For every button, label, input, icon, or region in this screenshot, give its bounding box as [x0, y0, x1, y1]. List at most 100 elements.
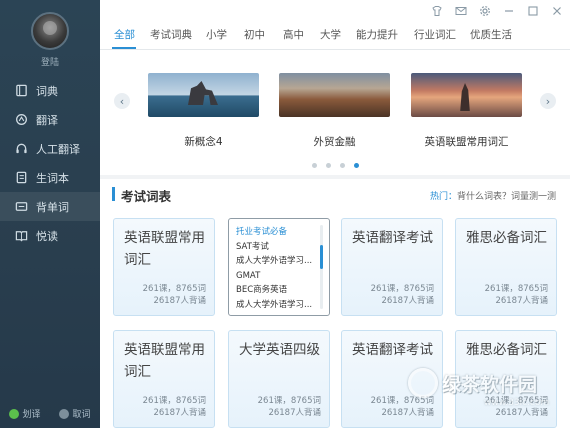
wordlist-card[interactable]: 大学英语四级 261课，8765词 26187人背诵 — [228, 330, 330, 428]
headset-icon — [14, 142, 28, 156]
card-title: 雅思必备词汇 — [466, 230, 547, 246]
card-meta: 261课，8765词 26187人背诵 — [257, 396, 321, 418]
window-controls — [430, 4, 564, 18]
card-title: 英语翻译考试 — [352, 342, 433, 358]
section-header: 考试词表 热门：背什么词表？词量测一测 — [100, 180, 570, 210]
card-meta: 261课，8765词 26187人背诵 — [370, 284, 434, 306]
login-link[interactable]: 登陆 — [0, 55, 100, 68]
tab-ability[interactable]: 能力提升 — [356, 27, 398, 42]
sidebar-toggles: 划译 取词 — [0, 407, 100, 420]
sidebar-nav: 词典 翻译 人工翻译 生词本 背单词 悦读 — [0, 76, 100, 250]
close-icon[interactable] — [550, 4, 564, 18]
dropdown-option[interactable]: BEC商务英语 — [236, 283, 316, 298]
carousel-prev-button[interactable]: ‹ — [114, 93, 130, 109]
wordlist-card[interactable]: 英语联盟常用词汇 261课，8765词 26187人背诵 — [113, 330, 215, 428]
mail-icon[interactable] — [454, 4, 468, 18]
slide-image — [148, 73, 259, 117]
carousel-dot[interactable] — [339, 163, 345, 168]
sidebar-item-human-translate[interactable]: 人工翻译 — [0, 134, 100, 163]
sidebar-item-dictionary[interactable]: 词典 — [0, 76, 100, 105]
toggle-label: 划译 — [22, 410, 41, 420]
watermark-text: 绿茶软件园 — [442, 374, 538, 396]
watermark-url: www.33lc.com — [484, 398, 550, 408]
toggle-label: 取词 — [72, 410, 91, 420]
sidebar-item-label: 生词本 — [36, 171, 69, 185]
hot-label: 热门： — [429, 192, 457, 202]
carousel-dot[interactable] — [325, 163, 331, 168]
card-meta: 261课，8765词 26187人背诵 — [484, 284, 548, 306]
sidebar-item-reading[interactable]: 悦读 — [0, 221, 100, 250]
slide-image — [279, 73, 390, 117]
avatar[interactable] — [31, 12, 69, 50]
watermark-logo-icon — [408, 368, 438, 398]
sidebar-item-label: 悦读 — [36, 229, 58, 243]
sidebar-item-translate[interactable]: 翻译 — [0, 105, 100, 134]
carousel-next-button[interactable]: › — [540, 93, 556, 109]
carousel-slide[interactable]: 新概念4 — [148, 73, 259, 149]
tab-university[interactable]: 大学 — [320, 27, 341, 42]
card-title: 英语翻译考试 — [352, 230, 433, 246]
tab-junior[interactable]: 初中 — [244, 27, 265, 42]
carousel: ‹ 新概念4 外贸金融 英语联盟常用词汇 › — [100, 52, 570, 177]
hot-link[interactable]: 背什么词表？词量测一测 — [457, 192, 556, 202]
skin-icon[interactable] — [430, 4, 444, 18]
card-title: 英语联盟常用词汇 — [124, 230, 205, 268]
sidebar-item-label: 人工翻译 — [36, 142, 80, 156]
active-tab-indicator — [112, 47, 136, 49]
section-accent-bar — [112, 187, 115, 201]
category-tabs: 全部 考试词典 小学 初中 高中 大学 能力提升 行业词汇 优质生活 — [100, 18, 570, 50]
wordlist-card[interactable]: 英语翻译考试 261课，8765词 26187人背诵 — [341, 218, 443, 316]
section-title: 考试词表 — [121, 189, 172, 204]
carousel-dots — [100, 163, 570, 168]
dropdown-option[interactable]: 托业考试必备 — [236, 225, 316, 240]
wordlist-card[interactable]: 英语联盟常用词汇 261课，8765词 26187人背诵 — [113, 218, 215, 316]
card-meta: 261课，8765词 26187人背诵 — [142, 284, 206, 306]
sidebar-item-wordbook[interactable]: 生词本 — [0, 163, 100, 192]
hover-translate-toggle[interactable]: 划译 — [9, 407, 41, 420]
carousel-slide[interactable]: 外贸金融 — [279, 73, 390, 149]
gear-icon[interactable] — [478, 4, 492, 18]
dropdown-option[interactable]: SAT考试 — [236, 240, 316, 255]
slide-image — [411, 73, 522, 117]
slide-caption: 新概念4 — [184, 136, 223, 148]
translate-icon — [14, 113, 28, 127]
flashcard-icon — [14, 200, 28, 214]
slide-caption: 英语联盟常用词汇 — [424, 136, 509, 148]
section-divider — [100, 175, 570, 179]
sidebar-item-label: 翻译 — [36, 113, 58, 127]
dropdown-option[interactable]: GMAT — [236, 269, 316, 284]
tab-exam-dict[interactable]: 考试词典 — [150, 27, 192, 42]
minimize-icon[interactable] — [502, 4, 516, 18]
carousel-dot-active[interactable] — [353, 163, 359, 168]
tab-senior[interactable]: 高中 — [283, 27, 304, 42]
tab-primary[interactable]: 小学 — [206, 27, 227, 42]
carousel-dot[interactable] — [311, 163, 317, 168]
sidebar-item-label: 词典 — [36, 84, 58, 98]
tab-industry[interactable]: 行业词汇 — [414, 27, 456, 42]
carousel-slide[interactable]: 英语联盟常用词汇 — [411, 73, 522, 149]
dropdown-option[interactable]: 成人大学外语学习... — [236, 298, 316, 313]
watermark: 绿茶软件园 www.33lc.com — [404, 366, 570, 428]
chevron-left-icon: ‹ — [119, 94, 125, 108]
exam-dropdown-list[interactable]: 托业考试必备 SAT考试 成人大学外语学习... GMAT BEC商务英语 成人… — [228, 218, 330, 316]
tab-all[interactable]: 全部 — [114, 27, 135, 42]
hot-links: 热门：背什么词表？词量测一测 — [430, 189, 556, 202]
book-icon — [14, 84, 28, 98]
tab-quality-life[interactable]: 优质生活 — [470, 27, 512, 42]
maximize-icon[interactable] — [526, 4, 540, 18]
toggle-off-icon — [59, 408, 70, 419]
notebook-icon — [14, 171, 28, 185]
chevron-right-icon: › — [545, 94, 551, 108]
sidebar: 登陆 词典 翻译 人工翻译 生词本 背单词 悦读 划译 取词 — [0, 0, 100, 428]
card-title: 英语联盟常用词汇 — [124, 342, 205, 380]
wordlist-card[interactable]: 雅思必备词汇 261课，8765词 26187人背诵 — [455, 218, 557, 316]
word-capture-toggle[interactable]: 取词 — [59, 407, 91, 420]
card-title: 大学英语四级 — [239, 342, 320, 358]
card-title: 雅思必备词汇 — [466, 342, 547, 358]
sidebar-item-label: 背单词 — [36, 200, 69, 214]
slide-caption: 外贸金融 — [313, 136, 356, 148]
scrollbar-thumb[interactable] — [320, 245, 323, 269]
open-book-icon — [14, 229, 28, 243]
dropdown-option[interactable]: 成人大学外语学习... — [236, 254, 316, 269]
sidebar-item-memorize[interactable]: 背单词 — [0, 192, 100, 221]
